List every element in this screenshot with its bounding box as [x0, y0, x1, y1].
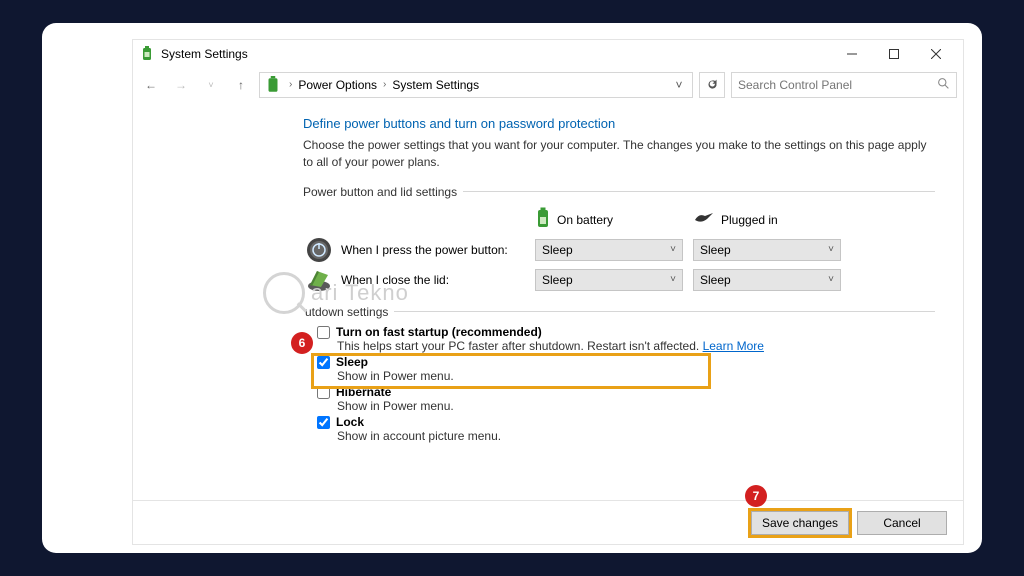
annotation-marker-7: 7 — [745, 485, 767, 507]
search-icon — [937, 77, 950, 93]
window-title: System Settings — [161, 47, 248, 61]
battery-path-icon — [264, 76, 282, 94]
cancel-button[interactable]: Cancel — [857, 511, 947, 535]
forward-button[interactable]: → — [169, 73, 193, 97]
battery-icon — [535, 207, 551, 232]
power-button-battery-select[interactable]: Sleep˅ — [535, 239, 683, 261]
chevron-down-icon: ˅ — [670, 274, 676, 285]
power-button-lid-fieldset: Power button and lid settings On battery… — [303, 185, 935, 295]
fast-startup-checkbox-label[interactable]: Turn on fast startup (recommended) — [317, 325, 935, 339]
lock-item: Lock Show in account picture menu. — [317, 415, 935, 443]
chevron-down-icon: ˅ — [828, 244, 834, 255]
annotation-marker-6: 6 — [291, 332, 313, 354]
button-bar: 7 Save changes Cancel — [133, 500, 963, 544]
chevron-right-icon[interactable]: › — [380, 79, 389, 90]
content-area: ari Tekno Define power buttons and turn … — [133, 102, 963, 500]
shutdown-settings-fieldset: utdown settings Turn on fast startup (re… — [303, 305, 935, 443]
lid-plugged-select[interactable]: Sleep˅ — [693, 269, 841, 291]
titlebar: System Settings — [133, 40, 963, 68]
plug-icon — [693, 211, 715, 228]
lock-checkbox[interactable] — [317, 416, 330, 429]
learn-more-link[interactable]: Learn More — [703, 339, 764, 353]
back-button[interactable]: ← — [139, 73, 163, 97]
page-description: Choose the power settings that you want … — [303, 137, 935, 171]
search-input[interactable] — [738, 78, 937, 92]
shutdown-legend: utdown settings — [305, 305, 388, 319]
power-button-icon — [305, 236, 333, 264]
lock-checkbox-label[interactable]: Lock — [317, 415, 935, 429]
on-battery-label: On battery — [557, 213, 613, 227]
battery-app-icon — [139, 46, 155, 62]
fast-startup-checkbox[interactable] — [317, 326, 330, 339]
power-button-row-label: When I press the power button: — [341, 243, 508, 257]
navbar: ← → ˅ ↑ › Power Options › System Setting… — [133, 68, 963, 102]
chevron-down-icon: ˅ — [670, 244, 676, 255]
plugged-in-label: Plugged in — [721, 213, 778, 227]
maximize-button[interactable] — [873, 40, 915, 68]
save-changes-button[interactable]: Save changes — [751, 511, 849, 535]
hibernate-checkbox[interactable] — [317, 386, 330, 399]
breadcrumb-power-options[interactable]: Power Options — [295, 78, 380, 92]
minimize-button[interactable] — [831, 40, 873, 68]
power-button-plugged-select[interactable]: Sleep˅ — [693, 239, 841, 261]
breadcrumb-system-settings[interactable]: System Settings — [389, 78, 482, 92]
lid-row-label: When I close the lid: — [341, 273, 449, 287]
chevron-down-icon: ˅ — [828, 274, 834, 285]
hibernate-checkbox-label[interactable]: Hibernate — [317, 385, 935, 399]
fast-startup-item: Turn on fast startup (recommended) This … — [317, 325, 935, 353]
recent-dropdown[interactable]: ˅ — [199, 73, 223, 97]
address-dropdown-icon[interactable]: ˅ — [670, 78, 688, 92]
search-box[interactable] — [731, 72, 957, 98]
close-button[interactable] — [915, 40, 957, 68]
up-button[interactable]: ↑ — [229, 73, 253, 97]
sleep-checkbox[interactable] — [317, 356, 330, 369]
hibernate-item: Hibernate Show in Power menu. — [317, 385, 935, 413]
sleep-item: Sleep Show in Power menu. — [317, 355, 935, 383]
chevron-right-icon[interactable]: › — [286, 79, 295, 90]
system-settings-window: System Settings ← → ˅ ↑ › Power Options … — [132, 39, 964, 545]
page-heading: Define power buttons and turn on passwor… — [303, 116, 935, 131]
refresh-button[interactable] — [699, 72, 725, 98]
lid-battery-select[interactable]: Sleep˅ — [535, 269, 683, 291]
sleep-checkbox-label[interactable]: Sleep — [317, 355, 935, 369]
power-lid-legend: Power button and lid settings — [303, 185, 457, 199]
lid-icon — [305, 266, 333, 294]
address-bar[interactable]: › Power Options › System Settings ˅ — [259, 72, 693, 98]
